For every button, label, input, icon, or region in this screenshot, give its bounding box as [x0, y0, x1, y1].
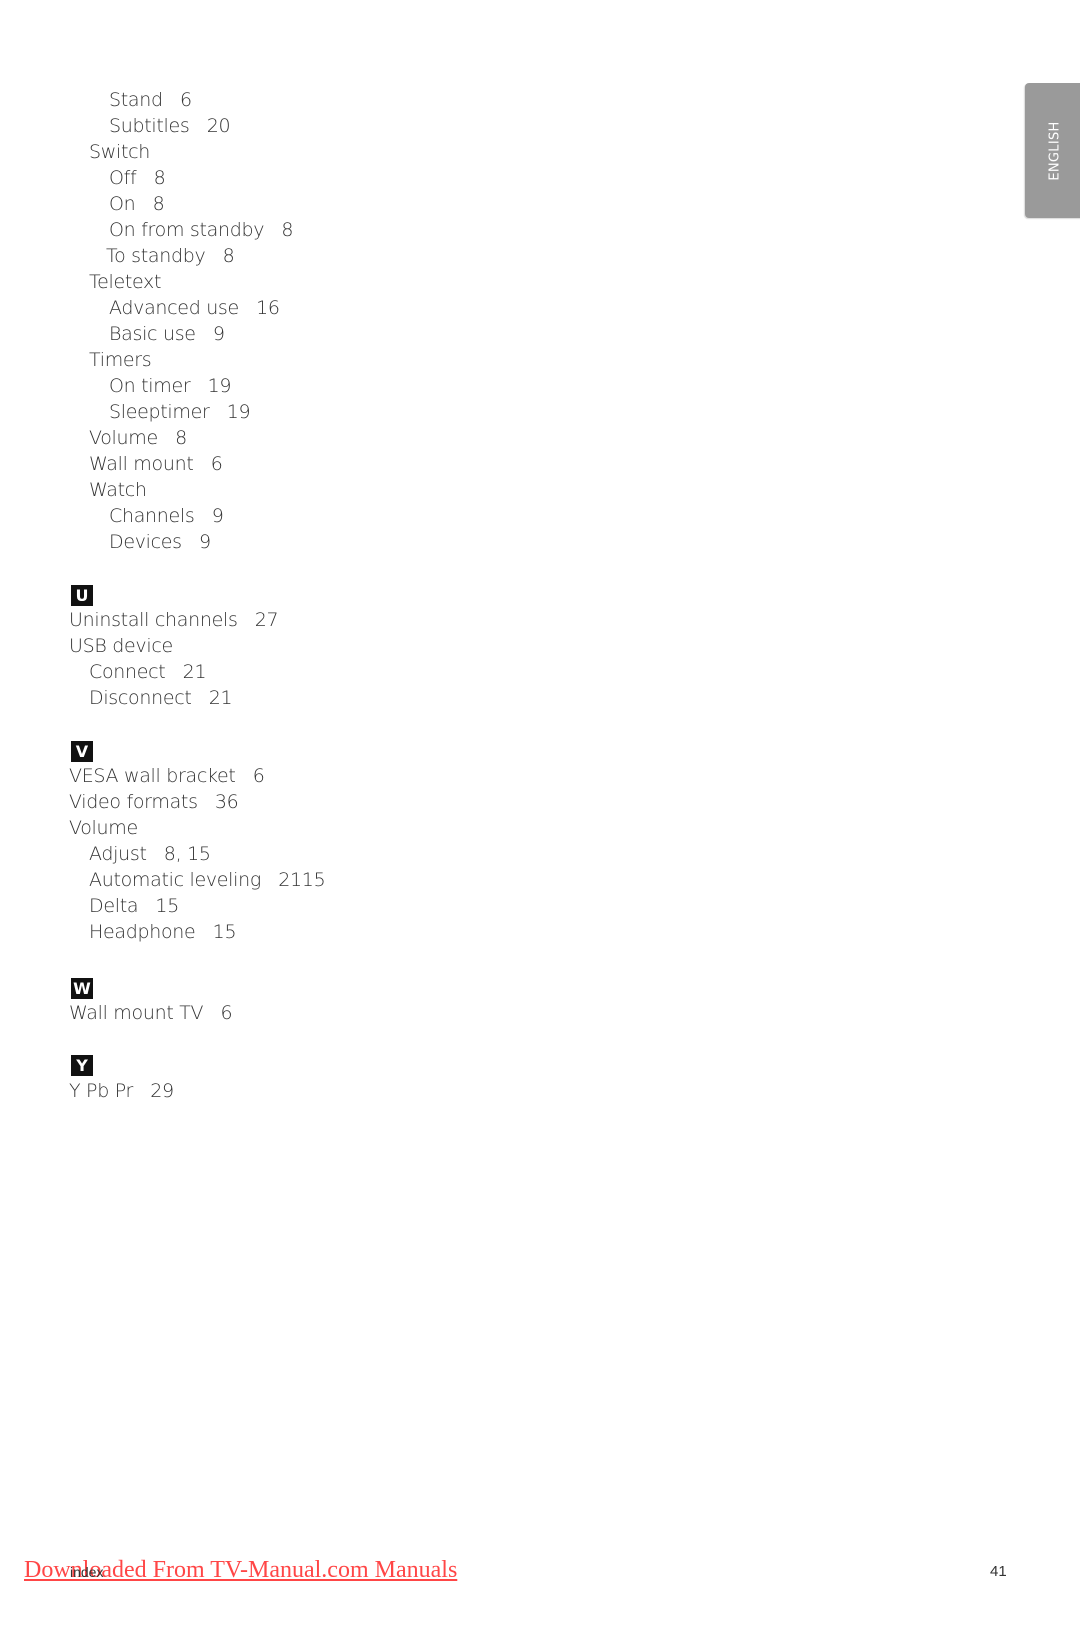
index-entry: Subtitles 20 [109, 115, 231, 137]
index-entry: Video formats 36 [69, 791, 239, 813]
section-letter-u: U [71, 585, 93, 606]
index-entry: Teletext [89, 271, 162, 293]
section-letter-w: W [71, 978, 93, 999]
index-entry: On from standby 8 [109, 219, 294, 241]
index-entry: On 8 [109, 193, 165, 215]
index-entry: USB device [69, 635, 173, 657]
language-tab: ENGLISH [1025, 83, 1080, 218]
page-number: 41 [990, 1563, 1007, 1580]
index-entry: Headphone 15 [89, 921, 237, 943]
index-page: ENGLISH Stand 6 Subtitles 20 Switch Off … [0, 0, 1080, 1627]
index-entry: Adjust 8, 15 [89, 843, 211, 865]
section-letter-y: Y [71, 1055, 93, 1076]
index-entry: Basic use 9 [109, 323, 225, 345]
index-entry: Advanced use 16 [109, 297, 280, 319]
index-entry: Disconnect 21 [89, 687, 233, 709]
index-entry: Delta 15 [89, 895, 179, 917]
footer-section-label: index [70, 1564, 104, 1580]
index-entry: Timers [89, 349, 152, 371]
index-entry: Automatic leveling 2115 [89, 869, 326, 891]
index-entry: Sleeptimer 19 [109, 401, 251, 423]
index-entry: Connect 21 [89, 661, 207, 683]
index-entry: Devices 9 [109, 531, 211, 553]
section-letter-v: V [71, 741, 93, 762]
index-entry: Switch [89, 141, 151, 163]
language-tab-label: ENGLISH [1047, 120, 1063, 181]
index-entry: Watch [89, 479, 147, 501]
index-entry: Stand 6 [109, 89, 192, 111]
index-entry: VESA wall bracket 6 [69, 765, 265, 787]
index-entry: On timer 19 [109, 375, 232, 397]
index-entry: Channels 9 [109, 505, 224, 527]
index-entry: Uninstall channels 27 [69, 609, 279, 631]
index-entry: Y Pb Pr 29 [69, 1080, 174, 1102]
index-entry: Volume [69, 817, 138, 839]
index-entry: Volume 8 [89, 427, 187, 449]
index-entry: Wall mount TV 6 [69, 1002, 233, 1024]
index-entry: Off 8 [109, 167, 166, 189]
index-entry: To standby 8 [106, 245, 235, 267]
index-entry: Wall mount 6 [89, 453, 223, 475]
